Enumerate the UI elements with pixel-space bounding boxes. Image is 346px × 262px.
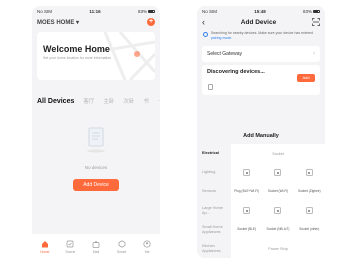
nav-mall[interactable]: Mall (86, 240, 106, 254)
tab-room-2[interactable]: 主卧 (103, 97, 114, 105)
bag-icon (92, 241, 100, 248)
manual-panel: Electrical Lighting Sensors Large Home A… (197, 144, 325, 258)
device-tile[interactable] (295, 207, 323, 214)
tab-room-1[interactable]: 客厅 (83, 97, 94, 105)
nav-scene[interactable]: Scene (60, 240, 80, 254)
add-plus-button[interactable]: + (147, 18, 155, 26)
category-item[interactable]: Kitchen Appliances (197, 239, 231, 258)
category-item[interactable]: Sensors (197, 182, 231, 201)
search-text: Searching for nearby devices. Make sure … (211, 31, 313, 35)
socket-icon (243, 169, 251, 176)
tab-all-devices[interactable]: All Devices (37, 98, 74, 105)
device-label[interactable]: Socket (Zigbee) (295, 190, 323, 194)
section-label: Power Strip (268, 246, 288, 251)
time-label: 15:48 (254, 8, 266, 14)
status-bar: No SIM 11:16 83% (32, 6, 160, 16)
nav-label: Mall (92, 250, 100, 254)
tab-room-4[interactable]: 书 (143, 97, 149, 105)
device-label[interactable]: Socket (NB-IoT) (264, 228, 292, 232)
socket-icon (274, 207, 282, 214)
device-label[interactable]: Socket (Wi-Fi) (264, 190, 292, 194)
back-icon[interactable]: ‹ (202, 17, 205, 27)
nav-smart[interactable]: Smart (112, 240, 132, 254)
socket-icon (274, 169, 282, 176)
search-notice: Searching for nearby devices. Make sure … (197, 28, 325, 43)
searching-icon (203, 31, 208, 37)
device-tile[interactable] (264, 169, 292, 176)
category-item[interactable]: Large Home Ap... (197, 201, 231, 220)
nav-label: Scene (65, 250, 76, 254)
home-icon (41, 241, 48, 248)
category-item[interactable]: Lighting (197, 163, 231, 182)
scan-icon[interactable] (312, 18, 320, 26)
nav-home[interactable]: Home (35, 240, 55, 254)
tab-room-3[interactable]: 次卧 (123, 97, 134, 105)
nav-label: Home (40, 250, 50, 254)
device-tile[interactable] (233, 207, 261, 214)
phone-icon (208, 84, 213, 90)
time-label: 11:16 (89, 8, 101, 14)
battery-indicator: 83% (138, 9, 155, 14)
nav-label: Smart (116, 250, 127, 254)
profile-icon (143, 240, 151, 248)
socket-icon (305, 169, 313, 176)
device-tile[interactable] (233, 169, 261, 176)
category-item[interactable]: Small Home Appliances (197, 220, 231, 239)
category-item[interactable]: Electrical (197, 144, 231, 163)
add-device-button[interactable]: Add Device (73, 179, 119, 191)
home-selector[interactable]: MOES HOME ▾ (37, 19, 79, 26)
gateway-label: Select Gateway (207, 51, 243, 57)
page-title: Add Device (240, 18, 277, 26)
pairing-mode-link[interactable]: pairing mode. (211, 36, 232, 40)
bottom-nav: Home Scene Mall Smart Me (32, 234, 160, 258)
category-list: Electrical Lighting Sensors Large Home A… (197, 144, 231, 258)
nav-label: Me (144, 250, 150, 254)
smart-icon (118, 240, 125, 248)
welcome-card: Welcome Home Set your home location for … (37, 32, 155, 80)
socket-icon (305, 207, 313, 214)
carrier-label: No SIM (202, 8, 218, 14)
status-bar: No SIM 15:48 83% (197, 6, 325, 16)
empty-document-icon (87, 127, 105, 153)
empty-state: No devices Add Device (32, 126, 160, 191)
device-tile[interactable] (295, 169, 323, 176)
empty-text: No devices (84, 165, 108, 170)
add-device-screen: No SIM 15:48 83% ‹ Add Device Searching … (197, 6, 325, 258)
device-grid: Socket Plug (BLE+Wi-Fi) Socket (Wi-Fi) S… (231, 144, 325, 258)
device-tile[interactable] (264, 207, 292, 214)
select-gateway-row[interactable]: Select Gateway › (202, 46, 320, 62)
scene-icon (67, 240, 74, 248)
section-label: Socket (272, 151, 284, 156)
nav-me[interactable]: Me (137, 240, 157, 254)
discover-panel: Discovering devices... Add (202, 65, 320, 95)
device-label[interactable]: Socket (other) (295, 228, 323, 232)
room-tabs: All Devices 客厅 主卧 次卧 书 ··· (32, 96, 160, 106)
battery-indicator: 83% (303, 9, 320, 14)
more-icon[interactable]: ··· (158, 98, 160, 104)
add-manually-title: Add Manually (243, 133, 279, 139)
home-screen: No SIM 11:16 83% MOES HOME ▾ + Welcome H… (32, 6, 160, 258)
device-label[interactable]: Socket (BLE) (233, 228, 261, 232)
chevron-right-icon: › (313, 51, 315, 57)
add-discovered-button[interactable]: Add (297, 74, 315, 82)
carrier-label: No SIM (37, 8, 53, 14)
welcome-title: Welcome Home (43, 44, 110, 54)
welcome-subtitle[interactable]: Set your home location for more informat… (43, 56, 149, 60)
device-label[interactable]: Plug (BLE+Wi-Fi) (233, 190, 261, 194)
socket-icon (243, 207, 251, 214)
